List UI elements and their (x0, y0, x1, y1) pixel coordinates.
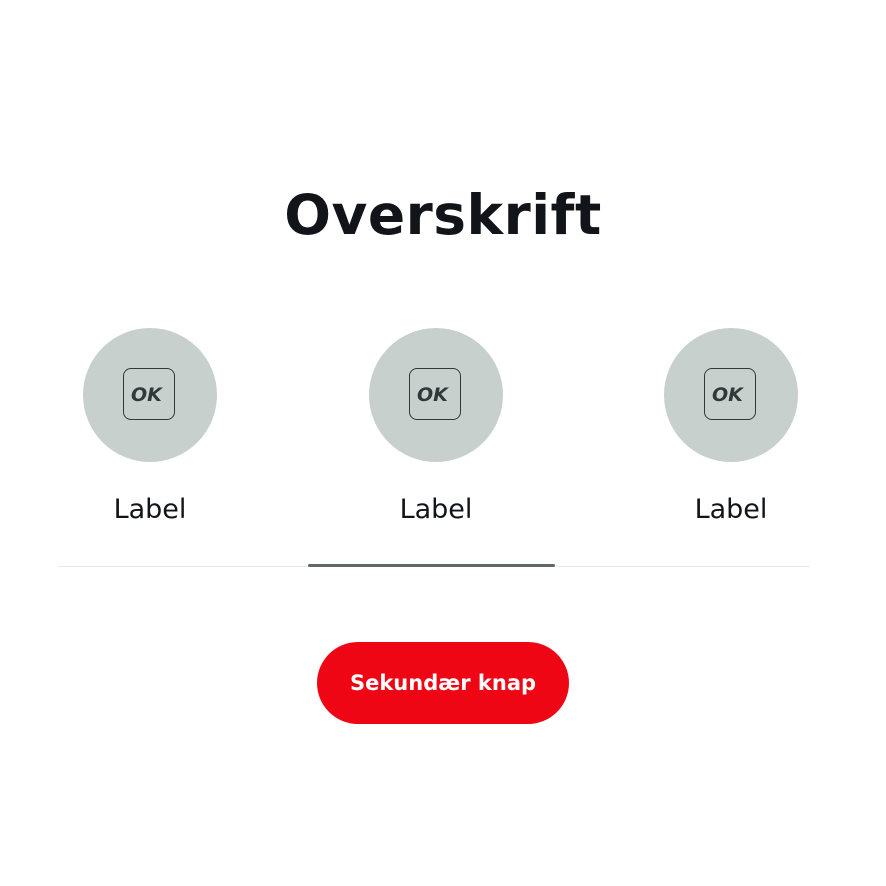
tab-item-3[interactable]: OK Label (631, 328, 831, 538)
page: Overskrift OK Label OK Label OK Label Se… (0, 0, 886, 886)
secondary-button[interactable]: Sekundær knap (317, 642, 569, 724)
ok-logo-icon: OK (123, 368, 175, 420)
tab-item-2[interactable]: OK Label (336, 328, 536, 538)
svg-text:OK: OK (131, 384, 163, 405)
active-tab-indicator (308, 564, 555, 567)
svg-text:OK: OK (712, 384, 744, 405)
tab-label: Label (694, 494, 768, 525)
page-title: Overskrift (284, 183, 602, 247)
tab-icon-circle: OK (83, 328, 217, 462)
tab-item-1[interactable]: OK Label (50, 328, 250, 538)
ok-logo-icon: OK (704, 368, 756, 420)
ok-logo-icon: OK (409, 368, 461, 420)
tab-label: Label (399, 494, 473, 525)
tab-icon-circle: OK (664, 328, 798, 462)
svg-text:OK: OK (417, 384, 449, 405)
tab-label: Label (113, 494, 187, 525)
tab-icon-circle: OK (369, 328, 503, 462)
